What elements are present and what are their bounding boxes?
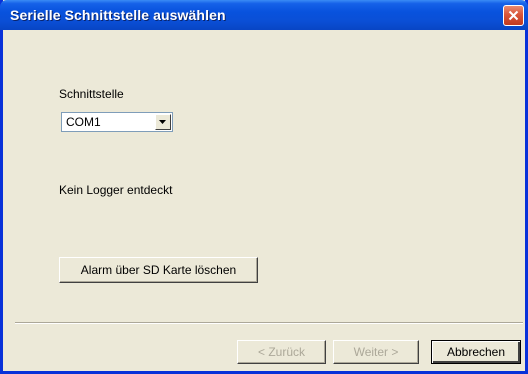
title-bar[interactable]: Serielle Schnittstelle auswählen <box>0 0 528 30</box>
footer-separator <box>15 322 523 324</box>
clear-alarm-button[interactable]: Alarm über SD Karte löschen <box>59 257 258 283</box>
cancel-button[interactable]: Abbrechen <box>431 340 521 364</box>
clear-alarm-button-label: Alarm über SD Karte löschen <box>80 263 237 277</box>
cancel-button-label: Abbrechen <box>446 345 506 359</box>
chevron-down-icon <box>159 120 166 124</box>
interface-dropdown-button[interactable] <box>155 114 171 130</box>
close-button[interactable] <box>503 5 524 26</box>
next-button-label: Weiter > <box>353 345 399 359</box>
interface-label: Schnittstelle <box>59 87 124 101</box>
interface-select[interactable]: COM1 <box>61 112 173 132</box>
next-button[interactable]: Weiter > <box>333 340 419 364</box>
back-button-label: < Zurück <box>257 345 305 359</box>
dialog-window: Serielle Schnittstelle auswählen Schnitt… <box>0 0 528 374</box>
close-icon <box>508 10 519 21</box>
status-text: Kein Logger entdeckt <box>59 183 173 197</box>
window-title: Serielle Schnittstelle auswählen <box>10 7 226 23</box>
interface-selected-value: COM1 <box>66 115 101 129</box>
back-button[interactable]: < Zurück <box>237 340 326 364</box>
